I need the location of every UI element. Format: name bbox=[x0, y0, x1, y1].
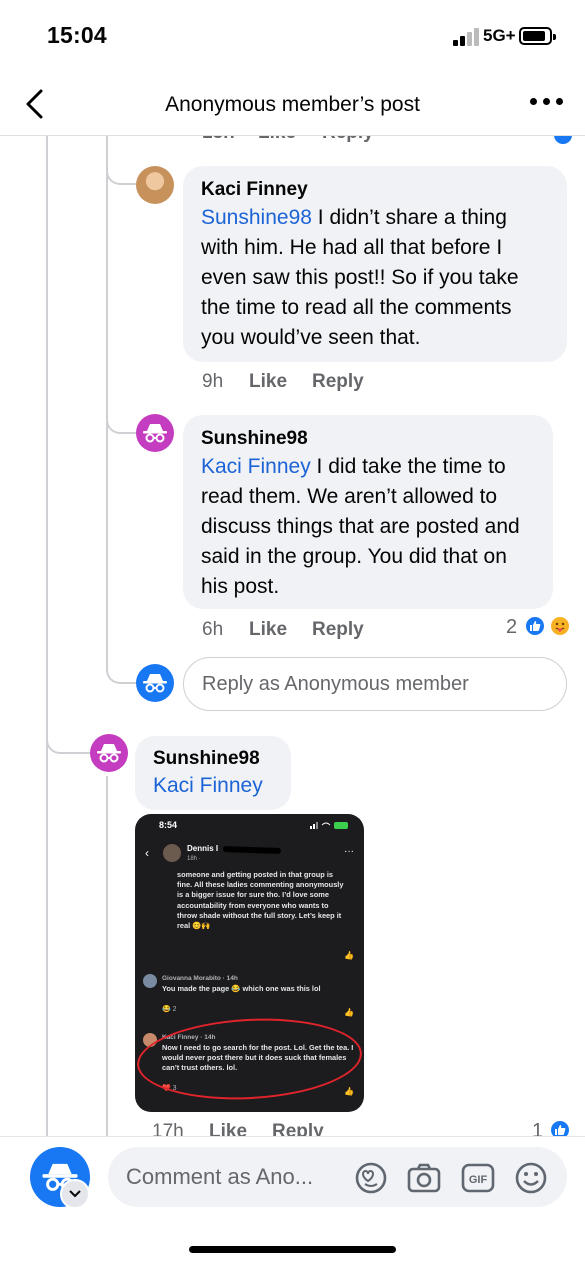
embed-back-icon: ‹ bbox=[145, 846, 149, 860]
signal-icon bbox=[453, 28, 479, 46]
reaction-count[interactable]: 2 bbox=[506, 616, 517, 639]
comment-input-box[interactable]: GIF bbox=[108, 1147, 567, 1207]
like-icon bbox=[552, 136, 574, 146]
thread-branch bbox=[106, 141, 136, 185]
anonymous-avatar[interactable] bbox=[90, 734, 128, 772]
embed-avatar bbox=[143, 974, 157, 988]
comment-author[interactable]: Sunshine98 bbox=[153, 746, 273, 772]
embed-status-icons bbox=[310, 822, 348, 829]
embed-like-icon: 👍 bbox=[344, 951, 354, 960]
camera-icon[interactable] bbox=[406, 1161, 442, 1195]
sticker-icon[interactable] bbox=[353, 1161, 389, 1195]
like-icon[interactable] bbox=[524, 615, 546, 637]
care-reaction-icon[interactable] bbox=[549, 615, 571, 637]
comment-time: 9h bbox=[202, 371, 224, 392]
reply-input[interactable] bbox=[184, 658, 566, 710]
embed-commenter: Giovanna Morabito · 14h bbox=[162, 975, 238, 982]
redaction-scribble bbox=[222, 845, 282, 855]
thread-branch bbox=[106, 636, 136, 684]
mention-link[interactable]: Sunshine98 bbox=[201, 206, 312, 229]
embed-like-icon: 👍 bbox=[344, 1087, 354, 1096]
status-time: 15:04 bbox=[47, 22, 107, 48]
svg-text:GIF: GIF bbox=[469, 1174, 488, 1186]
status-bar: 15:04 5G+ bbox=[0, 0, 585, 70]
comments-thread: 13h Like Reply Kaci Finney Sunshine98 I … bbox=[0, 136, 585, 1136]
comment-text: Sunshine98 I didn’t share a thing with h… bbox=[201, 206, 519, 349]
more-icon[interactable] bbox=[530, 98, 564, 108]
comment-author[interactable]: Sunshine98 bbox=[201, 426, 535, 452]
anonymous-icon bbox=[143, 424, 167, 443]
embed-reaction: 😂 2 bbox=[162, 1006, 177, 1013]
attached-screenshot[interactable]: 8:54 ‹ Dennis I 18h · ··· someone and ge… bbox=[135, 814, 364, 1112]
comment-bubble: Sunshine98 Kaci Finney I did take the ti… bbox=[183, 415, 553, 609]
red-annotation-circle bbox=[135, 1013, 364, 1105]
header: Anonymous member’s post bbox=[0, 70, 585, 136]
embed-posted-ago: 18h · bbox=[187, 856, 201, 862]
page-title: Anonymous member’s post bbox=[165, 93, 420, 116]
thread-line-third bbox=[106, 776, 108, 1136]
chevron-down-icon[interactable] bbox=[60, 1179, 90, 1209]
reply-button[interactable]: Reply bbox=[312, 619, 364, 641]
embed-post-text: someone and getting posted in that group… bbox=[177, 870, 344, 931]
embed-comment-text: You made the page 😂 which one was this l… bbox=[162, 984, 321, 993]
mention-link[interactable]: Kaci Finney bbox=[201, 455, 311, 478]
comment-author[interactable]: Kaci Finney bbox=[201, 177, 549, 203]
comment-time: 6h bbox=[202, 619, 224, 640]
embed-time: 8:54 bbox=[159, 820, 178, 830]
embed-poster: Dennis I bbox=[187, 844, 219, 853]
battery-icon bbox=[519, 27, 556, 45]
thread-line-outer bbox=[46, 136, 48, 1136]
anonymous-icon bbox=[143, 674, 167, 693]
embed-like-icon: 👍 bbox=[344, 1008, 354, 1017]
like-icon[interactable] bbox=[549, 1119, 571, 1136]
emoji-icon[interactable] bbox=[513, 1161, 549, 1195]
like-button[interactable]: Like bbox=[209, 1121, 247, 1136]
network-label: 5G+ bbox=[483, 26, 516, 45]
thread-branch bbox=[46, 706, 90, 754]
avatar[interactable] bbox=[136, 166, 174, 204]
comment-time: 17h bbox=[152, 1121, 184, 1136]
comment-bubble: Sunshine98 Kaci Finney bbox=[135, 736, 291, 810]
mention-link[interactable]: Kaci Finney bbox=[153, 772, 273, 800]
anonymous-avatar[interactable] bbox=[136, 414, 174, 452]
comment-bubble: Kaci Finney Sunshine98 I didn’t share a … bbox=[183, 166, 567, 362]
like-button[interactable]: Like bbox=[249, 371, 287, 393]
like-button[interactable]: Like bbox=[249, 619, 287, 641]
reply-button[interactable]: Reply bbox=[272, 1121, 324, 1136]
reply-button[interactable]: Reply bbox=[312, 371, 364, 393]
gif-icon[interactable]: GIF bbox=[460, 1161, 496, 1195]
reaction-count[interactable]: 1 bbox=[532, 1120, 543, 1136]
reply-input-box[interactable] bbox=[183, 657, 567, 711]
my-anonymous-avatar bbox=[136, 664, 174, 702]
anonymous-icon bbox=[97, 744, 121, 763]
home-indicator[interactable] bbox=[189, 1246, 396, 1253]
comment-input[interactable] bbox=[108, 1147, 348, 1207]
thread-branch bbox=[106, 386, 136, 434]
embed-avatar bbox=[163, 844, 181, 862]
embed-more-icon: ··· bbox=[344, 846, 354, 857]
comment-text: Kaci Finney I did take the time to read … bbox=[201, 455, 520, 598]
